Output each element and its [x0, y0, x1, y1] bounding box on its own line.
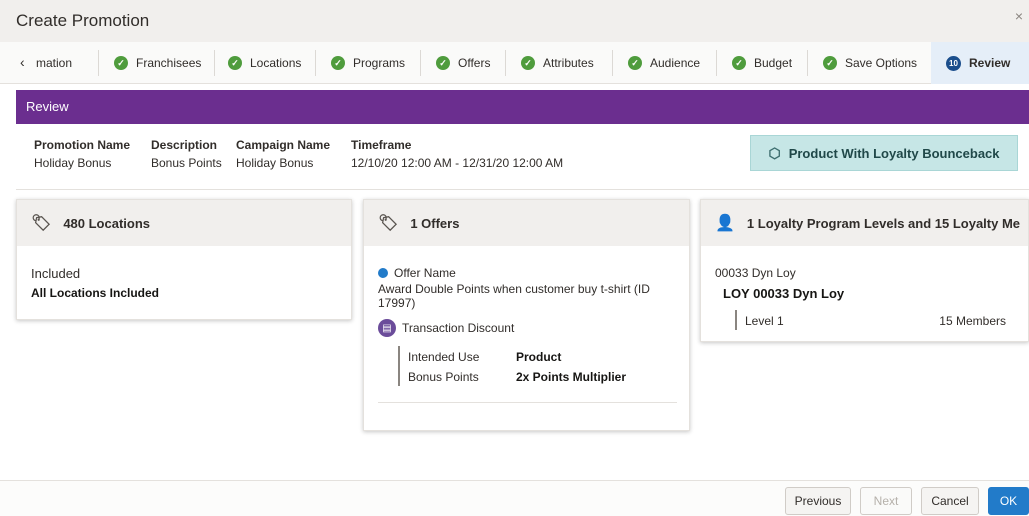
- step-divider: [716, 50, 717, 76]
- step-locations[interactable]: ✓ Locations: [214, 42, 315, 84]
- bonus-points-label: Bonus Points: [408, 370, 479, 384]
- loyalty-card: 👤 1 Loyalty Program Levels and 15 Loyalt…: [700, 199, 1029, 342]
- check-icon: ✓: [331, 56, 345, 70]
- step-divider: [612, 50, 613, 76]
- ok-button[interactable]: OK: [988, 487, 1029, 515]
- offer-name-row: Offer Name: [378, 266, 456, 280]
- loyalty-level-label: Level 1: [745, 314, 784, 328]
- promotion-summary: Promotion Name Holiday Bonus Description…: [16, 124, 1029, 190]
- step-budget[interactable]: ✓ Budget: [716, 42, 807, 84]
- card-header: 👤 1 Loyalty Program Levels and 15 Loyalt…: [701, 200, 1028, 246]
- summary-timeframe: Timeframe 12/10/20 12:00 AM - 12/31/20 1…: [351, 138, 563, 170]
- check-icon: ✓: [228, 56, 242, 70]
- summary-label: Timeframe: [351, 138, 412, 152]
- loyalty-program-code: 00033 Dyn Loy: [715, 266, 796, 280]
- step-offers[interactable]: ✓ Offers: [420, 42, 505, 84]
- summary-promotion-name: Promotion Name Holiday Bonus: [34, 138, 130, 170]
- tag-icon: 🏷: [378, 215, 399, 232]
- calculator-icon: ▤: [378, 319, 396, 337]
- locations-status: Included: [31, 266, 81, 281]
- intended-use-value: Product: [516, 350, 562, 364]
- step-train: ‹ mation ✓ Franchisees ✓ Locations ✓ Pro…: [0, 42, 1029, 84]
- summary-label: Description: [151, 138, 218, 152]
- close-icon[interactable]: ×: [1015, 8, 1023, 24]
- dialog-footer: Previous Next Cancel OK: [0, 480, 1029, 516]
- cancel-button[interactable]: Cancel: [921, 487, 979, 515]
- train-prev-icon[interactable]: ‹: [20, 54, 25, 70]
- next-button[interactable]: Next: [860, 487, 912, 515]
- step-divider: [420, 50, 421, 76]
- intended-use-label: Intended Use: [408, 350, 480, 364]
- locations-detail: All Locations Included: [31, 286, 160, 300]
- summary-campaign-name: Campaign Name Holiday Bonus: [236, 138, 330, 170]
- user-icon: 👤: [715, 215, 735, 232]
- check-icon: ✓: [628, 56, 642, 70]
- step-label: mation: [36, 56, 73, 70]
- offer-type: Transaction Discount: [402, 321, 515, 335]
- step-label: Attributes: [543, 56, 594, 70]
- promotion-type-label: Product With Loyalty Bounceback: [788, 145, 1000, 161]
- step-programs[interactable]: ✓ Programs: [315, 42, 420, 84]
- offer-type-row: ▤ Transaction Discount: [378, 319, 514, 337]
- step-label: Audience: [650, 56, 701, 70]
- summary-value: Bonus Points: [151, 156, 222, 170]
- step-divider: [214, 50, 215, 76]
- step-franchisees[interactable]: ✓ Franchisees: [98, 42, 214, 84]
- summary-description: Description Bonus Points: [151, 138, 222, 170]
- loyalty-program-name: LOY 00033 Dyn Loy: [723, 286, 845, 301]
- step-information[interactable]: mation: [36, 42, 96, 84]
- loyalty-members-count: 15 Members: [939, 314, 1006, 328]
- detail-divider: [398, 346, 400, 386]
- step-label: Programs: [353, 56, 406, 70]
- card-header: 🏷 1 Offers: [364, 200, 689, 246]
- step-divider: [98, 50, 99, 76]
- cube-icon: ⬡: [768, 144, 781, 161]
- step-divider: [315, 50, 316, 76]
- step-label: Locations: [250, 56, 302, 70]
- step-label: Budget: [754, 56, 793, 70]
- offers-card: 🏷 1 Offers Offer Name Award Double Point…: [363, 199, 690, 431]
- offer-name-label: Offer Name: [394, 266, 456, 280]
- summary-value: 12/10/20 12:00 AM - 12/31/20 12:00 AM: [351, 156, 564, 170]
- check-icon: ✓: [732, 56, 746, 70]
- step-label: Save Options: [845, 56, 918, 70]
- promotion-type-badge: ⬡ Product With Loyalty Bounceback: [750, 135, 1018, 171]
- status-dot-icon: [378, 268, 388, 278]
- summary-label: Campaign Name: [236, 138, 331, 152]
- step-label: Offers: [458, 56, 491, 70]
- check-icon: ✓: [436, 56, 450, 70]
- locations-card-title: 480 Locations: [63, 215, 151, 231]
- detail-divider: [735, 310, 737, 330]
- loyalty-card-title: 1 Loyalty Program Levels and 15 Loyalty …: [746, 215, 1021, 231]
- summary-value: Holiday Bonus: [236, 156, 314, 170]
- tag-icon: 🏷: [31, 215, 52, 232]
- bonus-points-value: 2x Points Multiplier: [516, 370, 627, 384]
- offers-card-title: 1 Offers: [410, 215, 460, 231]
- card-divider: [378, 402, 677, 403]
- check-icon: ✓: [114, 56, 128, 70]
- step-label: Review: [969, 56, 1011, 70]
- step-save-options[interactable]: ✓ Save Options: [807, 42, 931, 84]
- summary-label: Promotion Name: [34, 138, 131, 152]
- step-divider: [807, 50, 808, 76]
- summary-value: Holiday Bonus: [34, 156, 112, 170]
- step-audience[interactable]: ✓ Audience: [612, 42, 716, 84]
- dialog-title: Create Promotion: [16, 11, 150, 30]
- locations-card: 🏷 480 Locations Included All Locations I…: [16, 199, 352, 320]
- check-icon: ✓: [823, 56, 837, 70]
- step-divider: [505, 50, 506, 76]
- previous-button[interactable]: Previous: [785, 487, 851, 515]
- check-icon: ✓: [521, 56, 535, 70]
- review-section-header: Review: [16, 90, 1029, 124]
- offer-description: Award Double Points when customer buy t-…: [378, 282, 650, 310]
- step-label: Franchisees: [136, 56, 202, 70]
- step-review[interactable]: 10 Review: [931, 42, 1029, 84]
- step-number-badge: 10: [946, 55, 961, 71]
- dialog-titlebar: Create Promotion ×: [0, 0, 1029, 42]
- card-header: 🏷 480 Locations: [17, 200, 351, 246]
- step-attributes[interactable]: ✓ Attributes: [505, 42, 612, 84]
